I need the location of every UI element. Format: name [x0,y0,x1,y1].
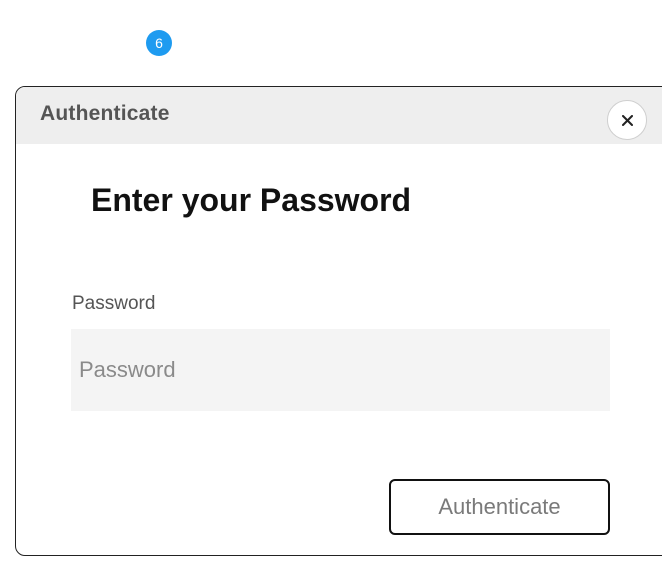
close-button[interactable] [607,100,647,140]
password-input[interactable] [71,329,610,411]
close-icon [622,115,633,126]
authenticate-button[interactable]: Authenticate [389,479,610,535]
dialog-title: Authenticate [40,102,170,125]
dialog-header: Authenticate [16,87,662,144]
page: 6 Authenticate Enter your Password Passw… [0,0,662,569]
authenticate-dialog: Authenticate Enter your Password Passwor… [15,86,662,556]
dialog-heading: Enter your Password [91,182,412,218]
step-badge: 6 [146,30,172,56]
password-label: Password [72,293,156,314]
